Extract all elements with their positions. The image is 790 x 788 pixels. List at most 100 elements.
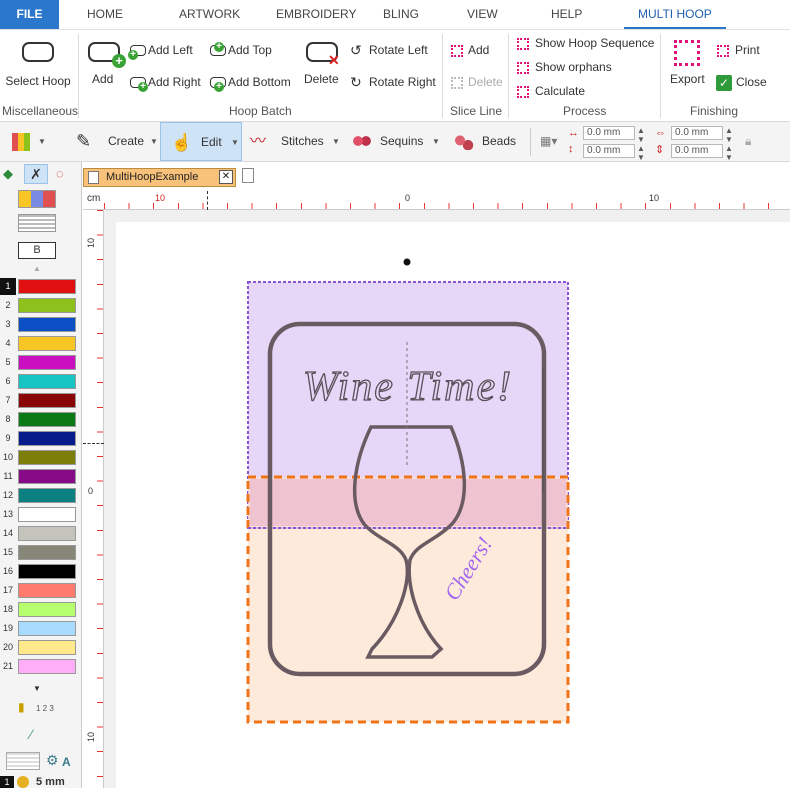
calculate-button[interactable]: Calculate xyxy=(516,83,592,101)
color-swatch[interactable] xyxy=(18,298,76,313)
color-swatch-row[interactable]: 16 xyxy=(0,563,80,580)
show-hoop-sequence-button[interactable]: Show Hoop Sequence xyxy=(516,35,654,53)
color-swatch-row[interactable]: 15 xyxy=(0,544,80,561)
width-input[interactable]: 0.0 mm xyxy=(671,126,723,140)
add-right-button[interactable]: + Add Right xyxy=(128,74,204,92)
new-document-icon[interactable] xyxy=(242,168,254,183)
spin-buttons-icon[interactable]: ▲ ▼ ▲ ▼ xyxy=(637,126,645,162)
spin-buttons-icon[interactable]: ▲ ▼ ▲ ▼ xyxy=(725,126,733,162)
color-swatch[interactable] xyxy=(18,469,76,484)
color-swatch[interactable] xyxy=(18,583,76,598)
color-swatch[interactable] xyxy=(18,279,76,294)
thread-list-icon[interactable] xyxy=(18,214,56,232)
color-swatch-row[interactable]: 21 xyxy=(0,658,80,675)
menu-view[interactable]: VIEW xyxy=(467,0,498,29)
color-swatch-row[interactable]: 9 xyxy=(0,430,80,447)
color-swatch[interactable] xyxy=(18,602,76,617)
show-orphans-button[interactable]: Show orphans xyxy=(516,59,616,77)
scroll-down-icon[interactable]: ▼ xyxy=(33,684,41,693)
color-swatch-row[interactable]: 10 xyxy=(0,449,80,466)
select-hoop-button[interactable]: Select Hoop xyxy=(4,34,72,102)
color-swatch[interactable] xyxy=(18,545,76,560)
design-artwork[interactable]: Wine Time! Cheers! xyxy=(116,222,790,788)
add-left-button[interactable]: + Add Left xyxy=(128,42,200,60)
pen-tool-icon[interactable]: ✗ xyxy=(24,164,48,184)
color-swatch[interactable] xyxy=(18,640,76,655)
lasso-icon[interactable]: ◌ xyxy=(56,166,64,181)
thread-chart-icon[interactable] xyxy=(18,190,56,208)
menu-embroidery[interactable]: EMBROIDERY xyxy=(276,0,356,29)
color-swatch[interactable] xyxy=(18,336,76,351)
edit-button[interactable]: ☝ Edit ▼ xyxy=(160,122,242,161)
color-swatch-row[interactable]: 12 xyxy=(0,487,80,504)
rotate-left-button[interactable]: ↺ Rotate Left xyxy=(350,42,436,60)
shapes-icon[interactable]: ◆ xyxy=(3,166,13,182)
color-swatch[interactable] xyxy=(18,621,76,636)
color-swatch-row[interactable]: 20 xyxy=(0,639,80,656)
align-icon[interactable]: ▦▾ xyxy=(540,134,557,148)
thread-report-icon[interactable] xyxy=(6,752,40,770)
color-swatch[interactable] xyxy=(18,374,76,389)
export-button[interactable]: Export xyxy=(666,34,710,94)
position-y-input[interactable]: 0.0 mm xyxy=(583,144,635,158)
create-button[interactable]: ✎ Create ▼ xyxy=(70,122,160,161)
slice-add-button[interactable]: Add xyxy=(449,42,495,60)
beads-button[interactable]: Beads xyxy=(452,122,522,161)
sequins-button[interactable]: Sequins ▼ xyxy=(350,122,442,161)
scroll-up-icon[interactable]: ▲ xyxy=(33,264,41,273)
print-button[interactable]: Print xyxy=(715,42,765,60)
close-button[interactable]: ✓ Close xyxy=(715,74,771,92)
color-swatch-row[interactable]: 3 xyxy=(0,316,80,333)
wine-time-text[interactable]: Wine Time! xyxy=(302,363,513,410)
menu-multi-hoop[interactable]: MULTI HOOP xyxy=(624,0,726,29)
color-swatch-row[interactable]: 5 xyxy=(0,354,80,371)
add-bottom-button[interactable]: + Add Bottom xyxy=(208,74,296,92)
color-palette-button[interactable]: ▼ xyxy=(6,122,62,161)
eyedropper-icon[interactable]: ⁄ xyxy=(30,726,32,742)
menu-file[interactable]: FILE xyxy=(0,0,59,29)
color-swatch[interactable] xyxy=(18,431,76,446)
color-swatch-row[interactable]: 17 xyxy=(0,582,80,599)
color-swatch[interactable] xyxy=(18,393,76,408)
color-swatch[interactable] xyxy=(18,355,76,370)
sequence-order-icon[interactable]: ▮ xyxy=(18,700,25,714)
color-swatch-row[interactable]: 2 xyxy=(0,297,80,314)
design-canvas[interactable]: Wine Time! Cheers! xyxy=(104,210,790,788)
color-swatch[interactable] xyxy=(18,507,76,522)
lock-icon[interactable]: 🔒︎ xyxy=(745,134,751,149)
menu-home[interactable]: HOME xyxy=(87,0,123,29)
position-x-input[interactable]: 0.0 mm xyxy=(583,126,635,140)
size-label[interactable]: 5 mm xyxy=(36,776,65,788)
color-swatch[interactable] xyxy=(18,317,76,332)
color-swatch-row[interactable]: 13 xyxy=(0,506,80,523)
color-swatch[interactable] xyxy=(18,564,76,579)
color-swatch-row[interactable]: 18 xyxy=(0,601,80,618)
color-swatch[interactable] xyxy=(18,488,76,503)
gear-icon[interactable]: ⚙ xyxy=(46,752,59,769)
b-selector[interactable]: B xyxy=(18,242,56,259)
add-top-button[interactable]: + Add Top xyxy=(208,42,278,60)
color-swatch-row[interactable]: 7 xyxy=(0,392,80,409)
stitches-button[interactable]: 〰 Stitches ▼ xyxy=(248,122,344,161)
color-swatch[interactable] xyxy=(18,450,76,465)
color-swatch[interactable] xyxy=(18,526,76,541)
rotation-handle[interactable] xyxy=(403,258,411,266)
document-tab[interactable]: MultiHoopExample ✕ xyxy=(83,168,236,187)
close-tab-icon[interactable]: ✕ xyxy=(219,170,233,184)
menu-artwork[interactable]: ARTWORK xyxy=(179,0,240,29)
color-swatch-row[interactable]: 8 xyxy=(0,411,80,428)
color-swatch-row[interactable]: 14 xyxy=(0,525,80,542)
color-swatch-row[interactable]: 6 xyxy=(0,373,80,390)
color-swatch-row[interactable]: 4 xyxy=(0,335,80,352)
delete-hoop-button[interactable]: ✕ Delete xyxy=(302,34,344,94)
rotate-right-button[interactable]: ↻ Rotate Right xyxy=(350,74,438,92)
color-swatch-row[interactable]: 11 xyxy=(0,468,80,485)
color-swatch-row[interactable]: 1 xyxy=(0,278,80,295)
design-page[interactable]: Wine Time! Cheers! xyxy=(116,222,790,788)
slice-delete-button[interactable]: Delete xyxy=(449,74,505,92)
add-hoop-button[interactable]: + Add xyxy=(84,34,126,94)
menu-help[interactable]: HELP xyxy=(551,0,582,29)
color-swatch[interactable] xyxy=(18,412,76,427)
color-swatch-row[interactable]: 19 xyxy=(0,620,80,637)
color-swatch[interactable] xyxy=(18,659,76,674)
